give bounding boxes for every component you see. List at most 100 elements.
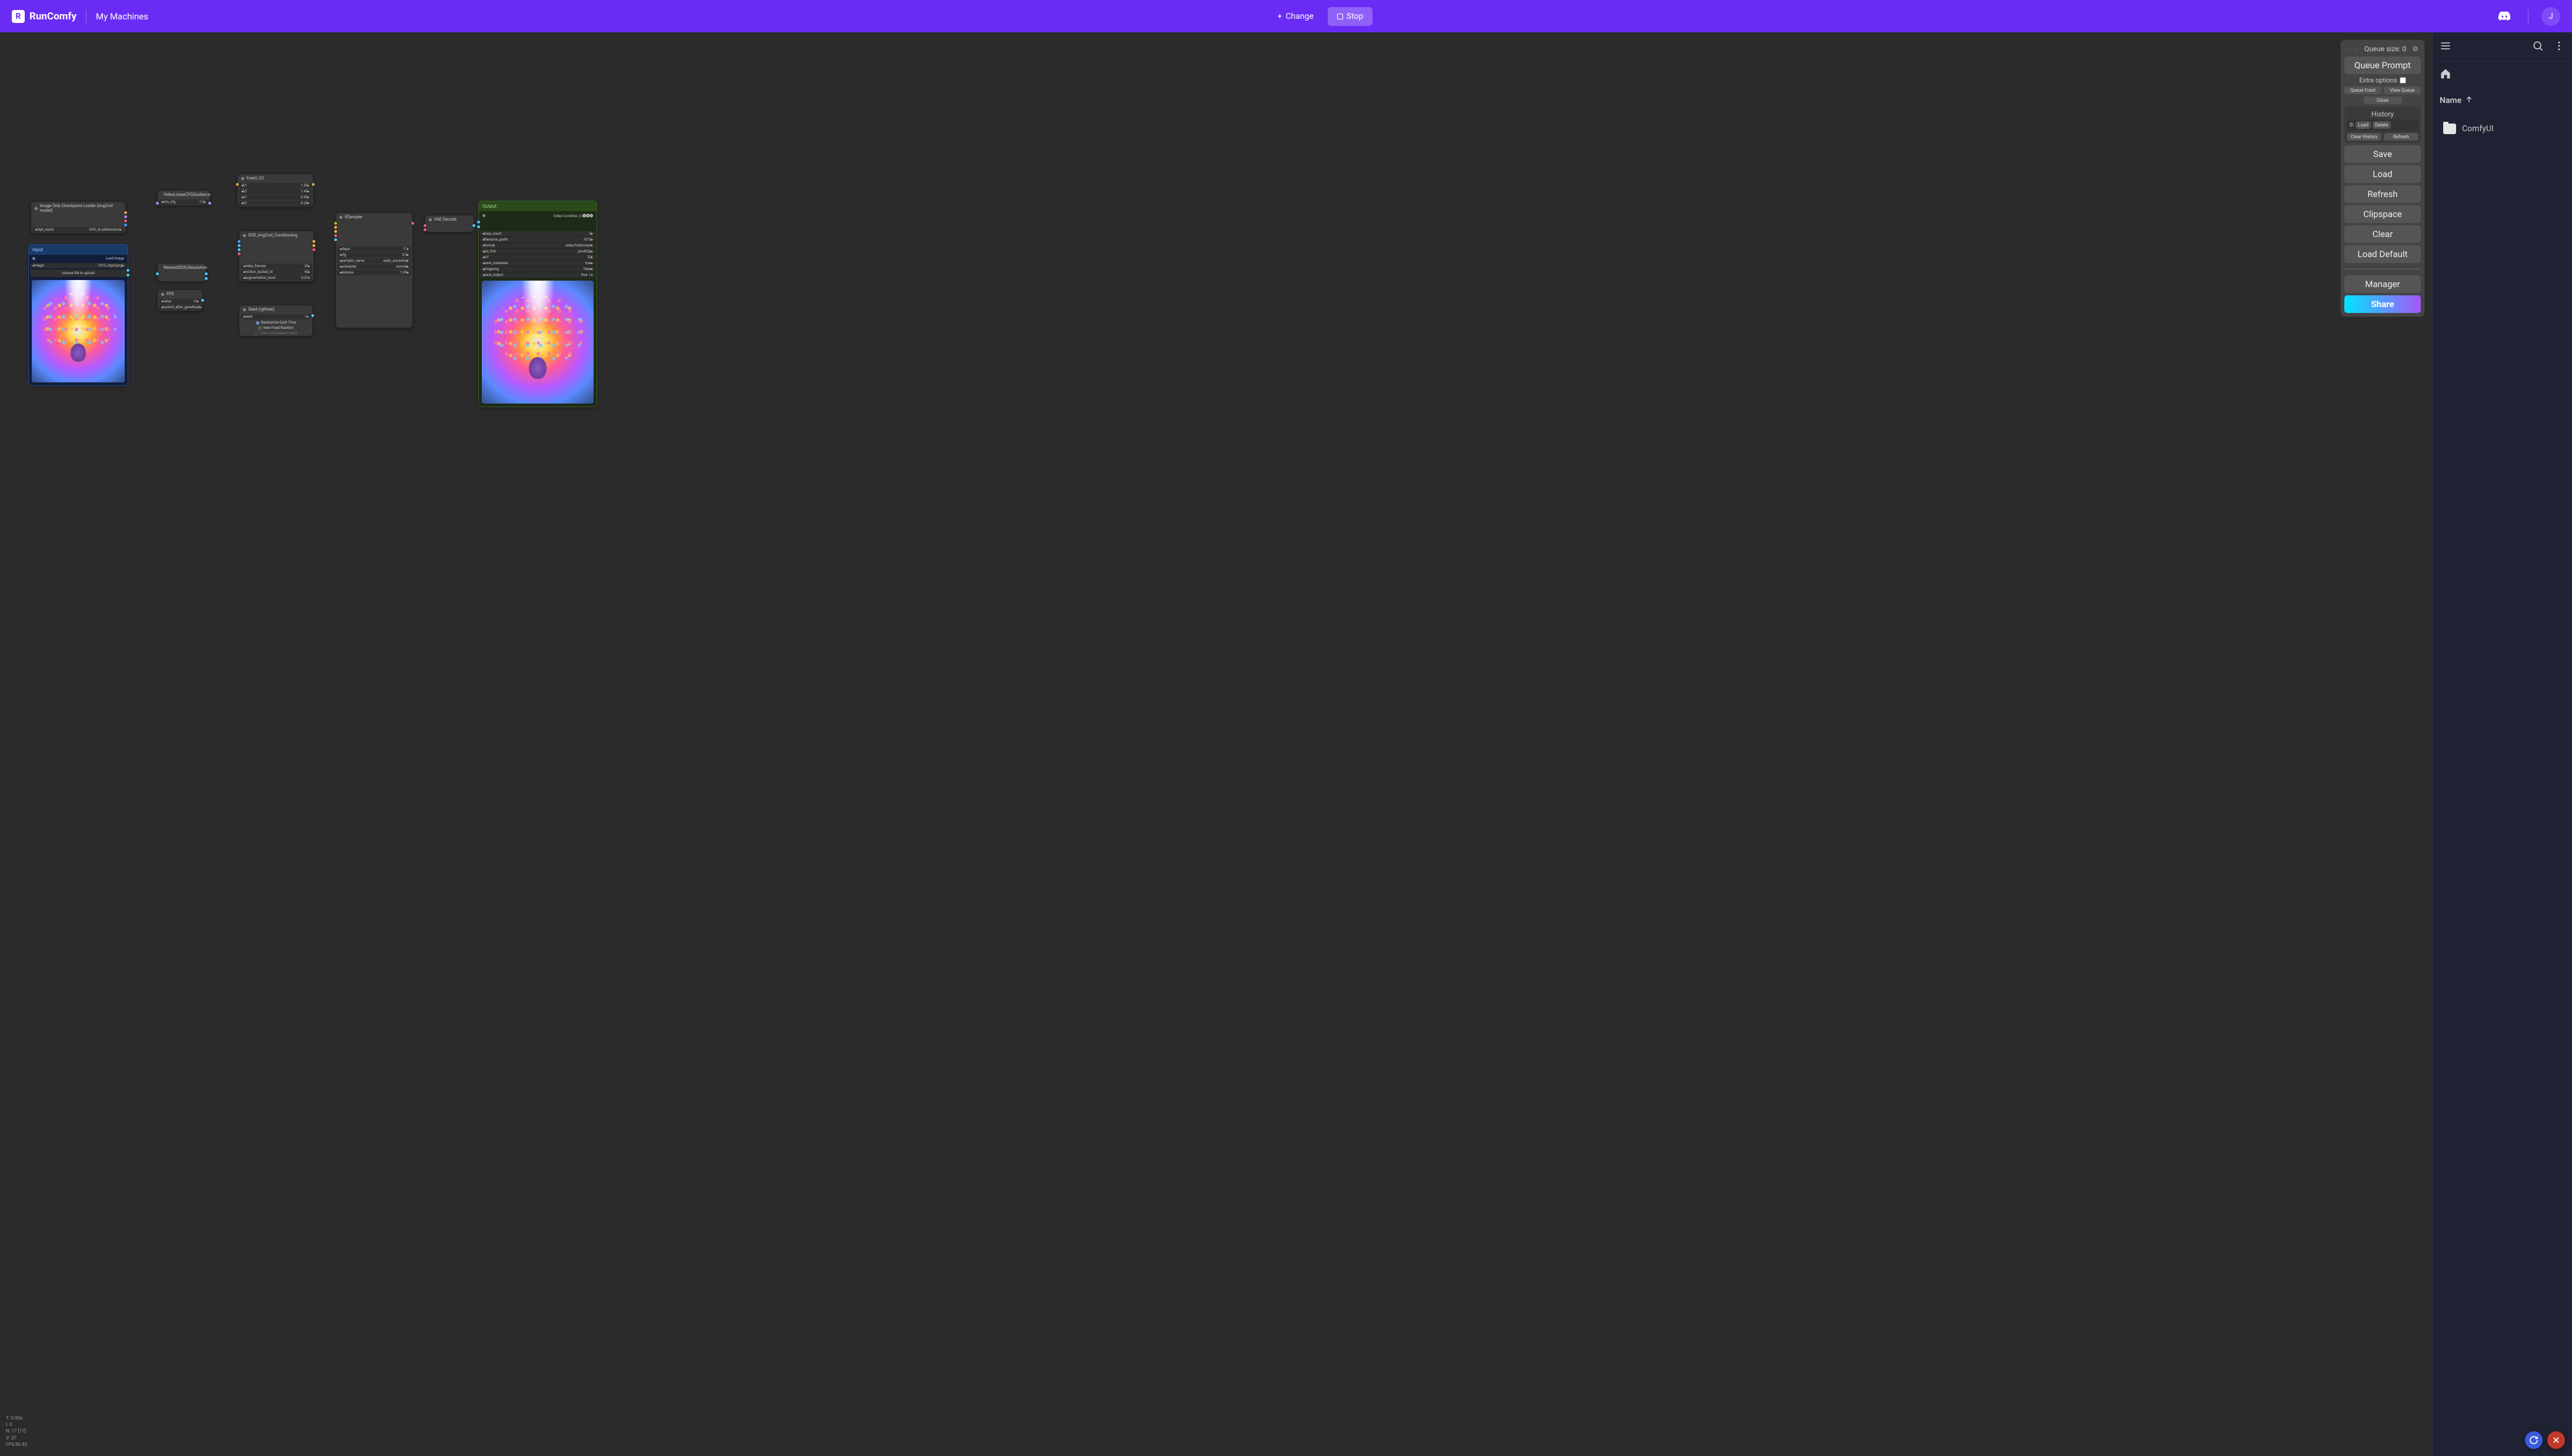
more-icon[interactable]	[2553, 40, 2565, 54]
clear-button[interactable]: Clear	[2344, 225, 2421, 243]
param-row[interactable]: ◂filename_prefix1015▸	[480, 237, 595, 242]
history-item[interactable]: 0: Load Delete	[2347, 119, 2418, 131]
node-seed[interactable]: Seed (rgthree) ◂seed-1▸ Randomize Each T…	[239, 305, 313, 336]
param-row[interactable]: ◂pingpongfalse▸	[480, 266, 595, 272]
param-row[interactable]: ◂loop_count0▸	[480, 231, 595, 236]
upload-button[interactable]: choose file to upload	[30, 269, 126, 277]
stop-button[interactable]: Stop	[1328, 7, 1373, 26]
fab-refresh[interactable]	[2525, 1431, 2543, 1449]
folder-icon	[2443, 124, 2456, 134]
node-output[interactable]: Output Video Combine 🎥🅥🅗🅢 ◂loop_count0▸◂…	[478, 201, 597, 407]
refresh-history-button[interactable]: Refresh	[2384, 133, 2418, 141]
param-row[interactable]: ◂motion_bucket_id40▸	[241, 269, 312, 275]
param-row[interactable]: ◂video_frames25▸	[241, 264, 312, 269]
gear-icon[interactable]: ⚙	[2412, 45, 2418, 53]
fab-close[interactable]	[2547, 1431, 2565, 1449]
param-row[interactable]: ◂b21.40▸	[239, 189, 312, 194]
param-value[interactable]: 1.00	[400, 271, 407, 275]
history-delete-button[interactable]: Delete	[2373, 121, 2391, 129]
param-value[interactable]: 0.90	[301, 195, 308, 199]
change-button[interactable]: + Change	[1269, 7, 1321, 26]
refresh-button[interactable]: Refresh	[2344, 185, 2421, 203]
param-value[interactable]: SVD_xt.safetensors	[89, 228, 120, 232]
param-value[interactable]: 1015	[583, 238, 591, 242]
load-button[interactable]: Load	[2344, 165, 2421, 183]
param-value[interactable]: 1.0	[199, 200, 204, 204]
stats-overlay: T: 0.00s I: 0 N: 17 [17] V: 37 FPS:56.82	[6, 1415, 27, 1448]
node-canvas[interactable]: Image Only Checkpoint Loader (img2vid mo…	[0, 32, 2432, 1456]
preview-image	[32, 280, 125, 382]
node-vae-decode[interactable]: VAE Decode	[425, 215, 474, 232]
view-queue-button[interactable]: View Queue	[2384, 86, 2421, 94]
param-row[interactable]: ◂steps17▸	[337, 246, 411, 252]
nav-my-machines[interactable]: My Machines	[96, 11, 148, 22]
param-row[interactable]: ◂denoise1.00▸	[337, 270, 411, 275]
node-fps[interactable]: FPS ◂value12▸ ◂control_after_genefixed▸	[157, 289, 203, 311]
param-value[interactable]: fixed	[192, 305, 200, 309]
param-value[interactable]: 12	[193, 299, 197, 304]
param-row[interactable]: ◂sampler_nameeuler_ancestral▸	[337, 258, 411, 264]
load-default-button[interactable]: Load Default	[2344, 245, 2421, 263]
param-row[interactable]: ◂save_outputtrue ✓▸	[480, 272, 595, 278]
folder-item-comfyui[interactable]: ComfyUI	[2436, 115, 2568, 142]
param-label: augmentation_level	[245, 276, 275, 280]
radio-label[interactable]: Randomize Each Time	[261, 321, 296, 325]
close-button[interactable]: Close	[2364, 96, 2402, 104]
param-value[interactable]: yuv420p	[578, 249, 591, 254]
param-row[interactable]: ◂s10.90▸	[239, 195, 312, 200]
user-avatar[interactable]: J	[2541, 7, 2560, 26]
node-cfg-guidance[interactable]: VideoLinearCFGGuidance ◂min_cfg1.0▸	[157, 190, 210, 206]
param-row[interactable]: ◂cfg3.5▸	[337, 252, 411, 258]
param-row[interactable]: ◂s20.20▸	[239, 201, 312, 206]
radio-label[interactable]: New Fixed Random	[264, 326, 294, 330]
param-value[interactable]: 1.30	[301, 184, 308, 188]
param-value[interactable]: 17	[403, 247, 407, 251]
param-value[interactable]: 25	[304, 264, 308, 268]
save-button[interactable]: Save	[2344, 145, 2421, 163]
param-row[interactable]: ◂schedulernormal▸	[337, 264, 411, 269]
node-freeu[interactable]: FreeU_V2 ◂b11.30▸◂b21.40▸◂s10.90▸◂s20.20…	[237, 174, 314, 207]
param-value[interactable]: normal	[396, 265, 407, 269]
param-row[interactable]: ◂save_metadatatrue▸	[480, 261, 595, 266]
param-row[interactable]: ◂pix_fmtyuv420p▸	[480, 249, 595, 254]
param-value[interactable]: 20	[587, 255, 591, 259]
node-nearest-resolution[interactable]: NearestSDXLResolution	[157, 263, 206, 282]
node-ksampler[interactable]: KSampler ◂steps17▸◂cfg3.5▸◂sampler_namee…	[335, 212, 413, 328]
param-value[interactable]: 0.01	[301, 276, 308, 280]
param-row[interactable]: ◂formatvideo/h264-mp4▸	[480, 243, 595, 248]
clipspace-button[interactable]: Clipspace	[2344, 205, 2421, 223]
node-svd-conditioning[interactable]: SVD_img2vid_Conditioning ◂video_frames25…	[239, 231, 314, 282]
queue-prompt-button[interactable]: Queue Prompt	[2344, 56, 2421, 74]
param-value[interactable]: euler_ancestral	[384, 259, 407, 263]
queue-front-button[interactable]: Queue Front	[2344, 86, 2381, 94]
extra-options-checkbox[interactable]	[2400, 77, 2406, 84]
param-value[interactable]: 1015_input.png	[98, 264, 122, 268]
control-panel[interactable]: ⋮⋮ Queue size: 0 ⚙ Queue Prompt Extra op…	[2340, 39, 2425, 317]
node-input[interactable]: Input Load Image ◂image1015_input.png▸ c…	[28, 244, 128, 386]
discord-icon[interactable]	[2494, 6, 2515, 27]
extra-options-row[interactable]: Extra options	[2344, 76, 2421, 84]
node-checkpoint-loader[interactable]: Image Only Checkpoint Loader (img2vid mo…	[31, 201, 126, 234]
history-load-button[interactable]: Load	[2356, 121, 2371, 129]
manager-button[interactable]: Manager	[2344, 275, 2421, 293]
param-row[interactable]: ◂augmentation_level0.01▸	[241, 275, 312, 281]
share-button[interactable]: Share	[2344, 295, 2421, 313]
param-row[interactable]: ◂b11.30▸	[239, 183, 312, 188]
home-icon[interactable]	[2440, 68, 2451, 82]
param-value[interactable]: 0.20	[301, 201, 308, 205]
clear-history-button[interactable]: Clear History	[2347, 133, 2381, 141]
menu-icon[interactable]	[2440, 40, 2451, 54]
param-value[interactable]: 3.5	[402, 253, 407, 257]
param-value[interactable]: true ✓	[581, 273, 591, 277]
logo[interactable]: R RunComfy	[12, 10, 76, 23]
param-value[interactable]: true	[585, 261, 591, 265]
param-value[interactable]: 1.40	[301, 189, 308, 194]
param-value[interactable]: 40	[304, 270, 308, 274]
history-title: History	[2347, 109, 2418, 119]
drag-handle-icon[interactable]: ⋮⋮	[2347, 46, 2358, 52]
param-value[interactable]: false	[584, 267, 591, 271]
name-column-header[interactable]: Name	[2433, 88, 2572, 113]
param-row[interactable]: ◂crf20▸	[480, 255, 595, 260]
param-value[interactable]: video/h264-mp4	[565, 244, 591, 248]
search-icon[interactable]	[2532, 40, 2544, 54]
